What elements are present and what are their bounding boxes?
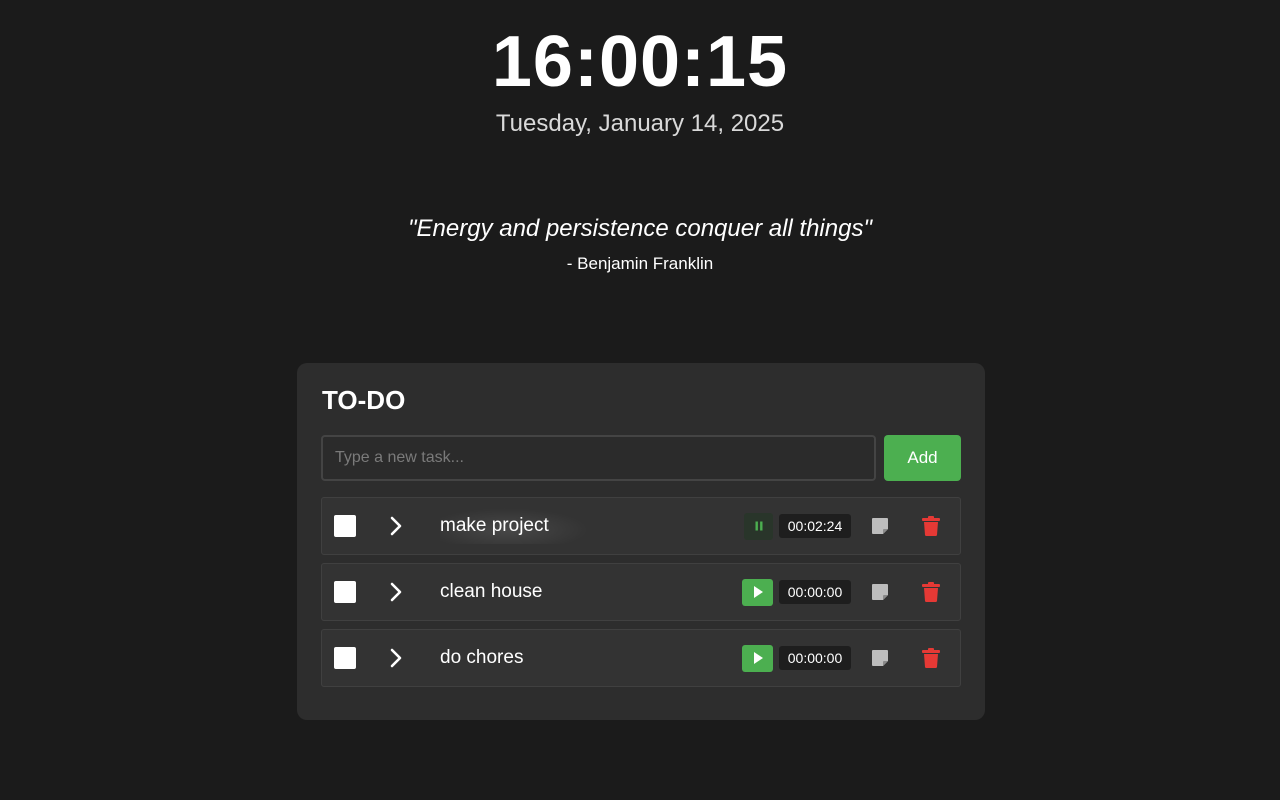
task-row: make project 00:02:24	[321, 497, 961, 555]
chevron-right-icon[interactable]	[384, 646, 408, 670]
task-checkbox[interactable]	[334, 647, 356, 669]
quote-text: "Energy and persistence conquer all thin…	[408, 215, 872, 242]
task-name[interactable]: clean house	[440, 580, 542, 604]
quote-author: - Benjamin Franklin	[566, 254, 714, 273]
note-icon[interactable]	[870, 516, 890, 536]
quote-section: "Energy and persistence conquer all thin…	[0, 214, 1280, 274]
chevron-right-icon[interactable]	[384, 580, 408, 604]
add-task-button[interactable]: Add	[884, 435, 961, 481]
task-list: make project 00:02:24 clean house 00:00:…	[321, 497, 961, 687]
todo-card: TO-DO Add make project 00:02:24	[297, 363, 985, 720]
trash-icon[interactable]	[921, 581, 941, 603]
note-icon[interactable]	[870, 582, 890, 602]
clock-date: Tuesday, January 14, 2025	[495, 110, 785, 137]
task-checkbox[interactable]	[334, 515, 356, 537]
task-timer: 00:02:24	[779, 514, 851, 538]
task-timer: 00:00:00	[779, 646, 851, 670]
task-row: do chores 00:00:00	[321, 629, 961, 687]
clock-section: 16:00:15 Tuesday, January 14, 2025	[0, 24, 1280, 138]
task-checkbox[interactable]	[334, 581, 356, 603]
task-name[interactable]: make project	[440, 508, 589, 544]
note-icon[interactable]	[870, 648, 890, 668]
task-row: clean house 00:00:00	[321, 563, 961, 621]
new-task-input[interactable]	[321, 435, 876, 481]
chevron-right-icon[interactable]	[384, 514, 408, 538]
play-icon[interactable]	[742, 578, 773, 606]
clock-time: 16:00:15	[491, 22, 789, 102]
task-name[interactable]: do chores	[440, 646, 523, 670]
todo-title: TO-DO	[322, 385, 406, 415]
pause-icon[interactable]	[744, 512, 773, 540]
trash-icon[interactable]	[921, 515, 941, 537]
play-icon[interactable]	[742, 644, 773, 672]
add-task-row: Add	[321, 435, 961, 481]
task-timer: 00:00:00	[779, 580, 851, 604]
trash-icon[interactable]	[921, 647, 941, 669]
